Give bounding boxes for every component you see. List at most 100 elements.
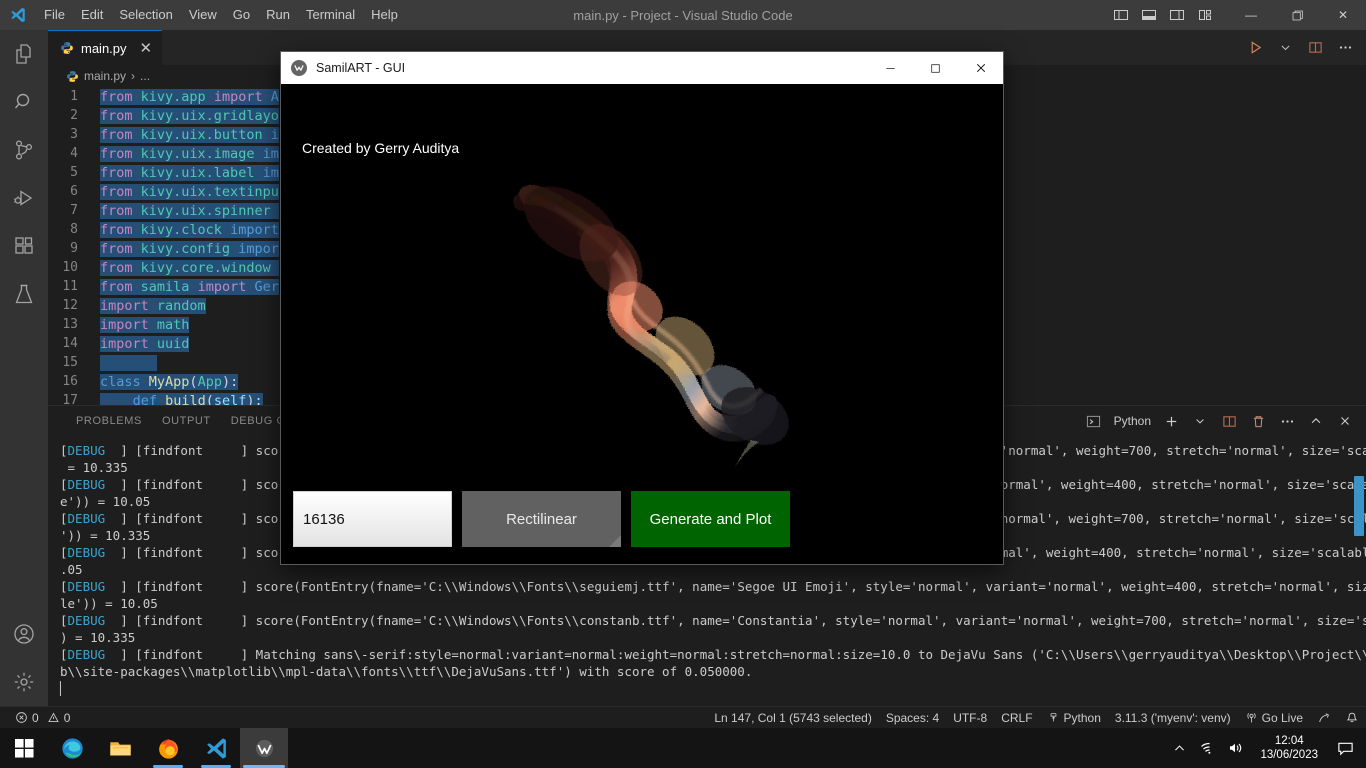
editor-tab-main-py[interactable]: main.py ✕ — [48, 30, 163, 65]
terminal-line: [DEBUG ] [findfont ] Matching sans\-seri… — [60, 647, 1366, 662]
code-line-text[interactable]: ····def·build(self): — [100, 392, 263, 405]
maximize-panel-icon[interactable] — [1303, 408, 1329, 434]
line-number: 12 — [62, 298, 78, 313]
code-line-text[interactable]: import·random — [100, 297, 206, 314]
close-icon[interactable]: ✕ — [140, 41, 153, 56]
gui-maximize-button[interactable] — [913, 52, 958, 84]
customize-layout-icon[interactable] — [1192, 2, 1218, 28]
code-line-text[interactable]: import·math — [100, 316, 190, 333]
taskbar-item-firefox[interactable] — [144, 728, 192, 768]
menu-item-go[interactable]: Go — [225, 0, 258, 30]
code-line-text[interactable] — [100, 354, 157, 371]
feedback-smiley-icon[interactable] — [1310, 707, 1338, 729]
status-badge-problems[interactable]: 0 0 — [8, 707, 77, 729]
taskbar-item-microsoft-edge[interactable] — [48, 728, 96, 768]
panel-actions[interactable]: Python — [1081, 406, 1358, 436]
status-cursor-position[interactable]: Ln 147, Col 1 (5743 selected) — [707, 707, 878, 729]
menu-item-file[interactable]: File — [36, 0, 73, 30]
breadcrumb-file[interactable]: main.py — [84, 69, 126, 83]
status-indentation[interactable]: Spaces: 4 — [879, 707, 946, 729]
code-line-text[interactable]: from·kivy.uix.gridlayo — [100, 107, 279, 124]
code-line-text[interactable]: from·kivy.uix.textinpu — [100, 183, 279, 200]
toggle-primary-sidebar-icon[interactable] — [1108, 2, 1134, 28]
gui-close-button[interactable] — [958, 52, 1003, 84]
code-line-text[interactable]: from·kivy.core.window — [100, 259, 279, 276]
sidebar-item-source-control[interactable] — [0, 126, 48, 174]
taskbar-clock[interactable]: 12:04 13/06/2023 — [1250, 734, 1328, 762]
sidebar-item-extensions[interactable] — [0, 222, 48, 270]
wifi-icon[interactable] — [1194, 728, 1220, 768]
taskbar-item-samilart-gui[interactable] — [240, 728, 288, 768]
code-line-text[interactable]: from·kivy.config impor — [100, 240, 279, 257]
status-interpreter[interactable]: 3.11.3 ('myenv': venv) — [1108, 707, 1238, 729]
split-editor-icon[interactable] — [1302, 35, 1328, 61]
new-terminal-icon[interactable] — [1158, 408, 1184, 434]
tab-output[interactable]: OUTPUT — [152, 406, 221, 436]
projection-spinner[interactable]: Rectilinear — [462, 491, 621, 547]
speaker-icon[interactable] — [1222, 728, 1248, 768]
taskbar-item-file-explorer[interactable] — [96, 728, 144, 768]
sidebar-item-search[interactable] — [0, 78, 48, 126]
menu-item-terminal[interactable]: Terminal — [298, 0, 363, 30]
vscode-logo-icon — [0, 0, 36, 30]
gear-icon[interactable] — [0, 658, 48, 706]
windows-start-icon[interactable] — [0, 728, 48, 768]
action-center-icon[interactable] — [1330, 728, 1360, 768]
status-encoding[interactable]: UTF-8 — [946, 707, 994, 729]
gui-window-controls[interactable] — [868, 52, 1003, 84]
sidebar-item-testing[interactable] — [0, 270, 48, 318]
window-minimize-button[interactable]: — — [1228, 0, 1274, 30]
gui-minimize-button[interactable] — [868, 52, 913, 84]
code-line-text[interactable]: from·samila·import·Ger — [100, 278, 279, 295]
status-eol[interactable]: CRLF — [994, 707, 1039, 729]
status-language[interactable]: Python — [1040, 707, 1108, 729]
menu-item-view[interactable]: View — [181, 0, 225, 30]
title-bar-right: — ✕ — [1108, 0, 1366, 30]
bell-icon[interactable] — [1338, 707, 1366, 729]
more-actions-icon[interactable] — [1274, 408, 1300, 434]
menu-item-edit[interactable]: Edit — [73, 0, 111, 30]
split-terminal-icon[interactable] — [1216, 408, 1242, 434]
window-restore-button[interactable] — [1274, 0, 1320, 30]
terminal-profile-chevron-icon[interactable] — [1187, 408, 1213, 434]
toggle-panel-icon[interactable] — [1136, 2, 1162, 28]
menu-item-help[interactable]: Help — [363, 0, 406, 30]
menu-item-selection[interactable]: Selection — [111, 0, 180, 30]
more-actions-icon[interactable] — [1332, 35, 1358, 61]
accounts-icon[interactable] — [0, 610, 48, 658]
seed-input[interactable] — [293, 491, 452, 547]
generate-and-plot-button[interactable]: Generate and Plot — [631, 491, 790, 547]
terminal-scrollbar[interactable] — [1354, 476, 1364, 536]
code-line-text[interactable]: from·kivy.clock import — [100, 221, 279, 238]
editor-actions[interactable] — [1242, 30, 1358, 65]
samilart-gui-window[interactable]: SamilART - GUI Created by Gerry Auditya — [281, 52, 1003, 564]
gui-title-bar[interactable]: SamilART - GUI — [281, 52, 1003, 84]
tab-problems[interactable]: PROBLEMS — [66, 406, 152, 436]
terminal-line: ▏ — [60, 681, 68, 696]
taskbar-item-visual-studio-code[interactable] — [192, 728, 240, 768]
run-python-file-icon[interactable] — [1242, 35, 1268, 61]
breadcrumb-tail[interactable]: ... — [140, 69, 150, 83]
toggle-secondary-sidebar-icon[interactable] — [1164, 2, 1190, 28]
sidebar-item-explorer[interactable] — [0, 30, 48, 78]
kill-terminal-icon[interactable] — [1245, 408, 1271, 434]
close-panel-icon[interactable] — [1332, 408, 1358, 434]
menu-bar[interactable]: File Edit Selection View Go Run Terminal… — [36, 0, 406, 30]
line-number: 17 — [62, 393, 78, 405]
code-line-text[interactable]: from·kivy.uix.image im — [100, 145, 279, 162]
vscode-title-bar: File Edit Selection View Go Run Terminal… — [0, 0, 1366, 30]
code-line-text[interactable]: import·uuid — [100, 335, 190, 352]
sidebar-item-run-and-debug[interactable] — [0, 174, 48, 222]
layout-controls[interactable] — [1108, 2, 1228, 28]
status-go-live[interactable]: Go Live — [1238, 707, 1310, 729]
chevron-down-icon[interactable] — [1272, 35, 1298, 61]
chevron-up-icon[interactable] — [1166, 728, 1192, 768]
window-close-button[interactable]: ✕ — [1320, 0, 1366, 30]
code-line-text[interactable]: from·kivy.uix.spinner — [100, 202, 279, 219]
code-line-text[interactable]: from·kivy.uix.label im — [100, 164, 279, 181]
menu-item-run[interactable]: Run — [258, 0, 298, 30]
code-line-text[interactable]: from·kivy.app·import·A — [100, 88, 279, 105]
breadcrumb-separator: › — [131, 69, 136, 83]
code-line-text[interactable]: class·MyApp(App): — [100, 373, 239, 390]
code-line-text[interactable]: from·kivy.uix.button i — [100, 126, 279, 143]
